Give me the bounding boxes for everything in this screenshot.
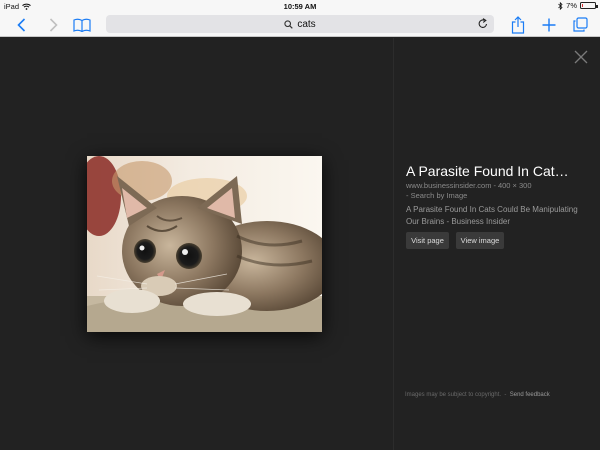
- battery-fill: [582, 4, 583, 7]
- share-icon: [511, 15, 525, 34]
- forward-button[interactable]: [44, 15, 62, 34]
- cat-photo[interactable]: [87, 156, 322, 332]
- bluetooth-icon: [558, 1, 563, 10]
- bookmarks-icon: [73, 18, 91, 32]
- close-button[interactable]: [574, 50, 588, 64]
- viewer-footer: Images may be subject to copyright. - Se…: [405, 392, 550, 398]
- visit-page-button[interactable]: Visit page: [406, 232, 449, 249]
- reload-button[interactable]: [478, 18, 488, 32]
- back-button[interactable]: [12, 15, 30, 34]
- tabs-icon: [572, 17, 588, 32]
- status-bar: iPad 10:59 AM 7%: [0, 0, 600, 12]
- cat-image: [87, 156, 322, 332]
- reload-icon: [478, 18, 488, 28]
- search-icon: [284, 19, 294, 29]
- search-by-image-label: Search by Image: [410, 191, 468, 200]
- new-tab-button[interactable]: [539, 15, 559, 34]
- bookmarks-button[interactable]: [72, 15, 92, 34]
- share-button[interactable]: [508, 15, 528, 34]
- send-feedback-link[interactable]: Send feedback: [510, 392, 550, 398]
- image-viewer: [0, 38, 600, 450]
- battery-percent: 7%: [566, 1, 577, 10]
- view-image-button[interactable]: View image: [456, 232, 504, 249]
- close-icon: [574, 50, 588, 64]
- status-right: 7%: [558, 1, 598, 10]
- image-description: A Parasite Found In Cats Could Be Manipu…: [406, 205, 578, 226]
- tabs-button[interactable]: [570, 15, 590, 34]
- image-meta: www.businessinsider.com -400 × 300: [406, 181, 532, 190]
- battery-icon: [580, 2, 598, 9]
- image-title[interactable]: A Parasite Found In Cat…: [406, 163, 586, 179]
- address-text: cats: [297, 18, 316, 30]
- back-icon: [16, 17, 25, 32]
- forward-icon: [49, 17, 58, 32]
- address-bar[interactable]: cats: [106, 15, 494, 33]
- copyright-notice: Images may be subject to copyright.: [405, 392, 502, 398]
- image-domain[interactable]: www.businessinsider.com: [406, 181, 491, 190]
- search-by-image-link[interactable]: - Search by Image: [406, 191, 467, 200]
- image-size: 400 × 300: [497, 181, 532, 190]
- status-time: 10:59 AM: [283, 2, 317, 11]
- browser-toolbar: cats: [0, 12, 600, 37]
- new-tab-icon: [542, 18, 556, 31]
